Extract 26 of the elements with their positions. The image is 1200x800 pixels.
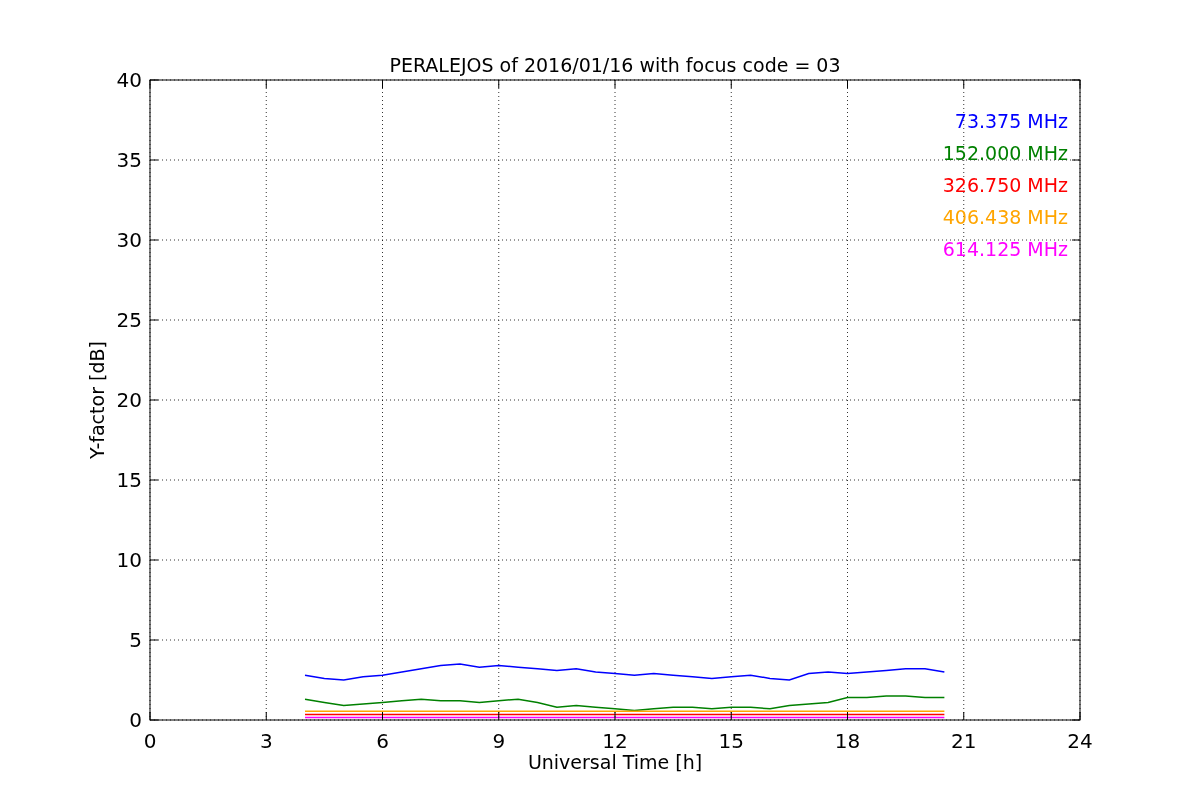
legend-label: 73.375 MHz	[954, 110, 1068, 132]
legend-label: 326.750 MHz	[942, 174, 1068, 196]
chart-title: PERALEJOS of 2016/01/16 with focus code = 03	[389, 54, 841, 76]
legend-label: 614.125 MHz	[942, 238, 1068, 260]
y-tick-label: 0	[129, 708, 142, 732]
x-tick-label: 3	[259, 729, 273, 753]
x-tick-label: 9	[492, 729, 506, 753]
legend-label: 152.000 MHz	[942, 142, 1068, 164]
y-tick-label: 10	[116, 548, 142, 572]
y-tick-label: 20	[116, 388, 142, 412]
x-tick-label: 21	[951, 729, 977, 753]
x-tick-label: 15	[718, 729, 744, 753]
x-tick-label: 0	[143, 729, 157, 753]
x-tick-label: 12	[602, 729, 628, 753]
x-axis-label: Universal Time [h]	[527, 751, 703, 773]
x-tick-label: 6	[376, 729, 389, 753]
y-axis-label: Y-factor [dB]	[86, 341, 108, 459]
y-tick-label: 25	[116, 308, 142, 332]
x-tick-label: 24	[1067, 729, 1093, 753]
x-tick-label: 18	[834, 729, 861, 753]
y-tick-label: 35	[116, 148, 142, 172]
y-tick-label: 5	[129, 628, 142, 652]
y-tick-label: 15	[116, 468, 142, 492]
y-tick-label: 40	[116, 68, 142, 92]
y-tick-label: 30	[116, 228, 142, 252]
legend-label: 406.438 MHz	[942, 206, 1068, 228]
